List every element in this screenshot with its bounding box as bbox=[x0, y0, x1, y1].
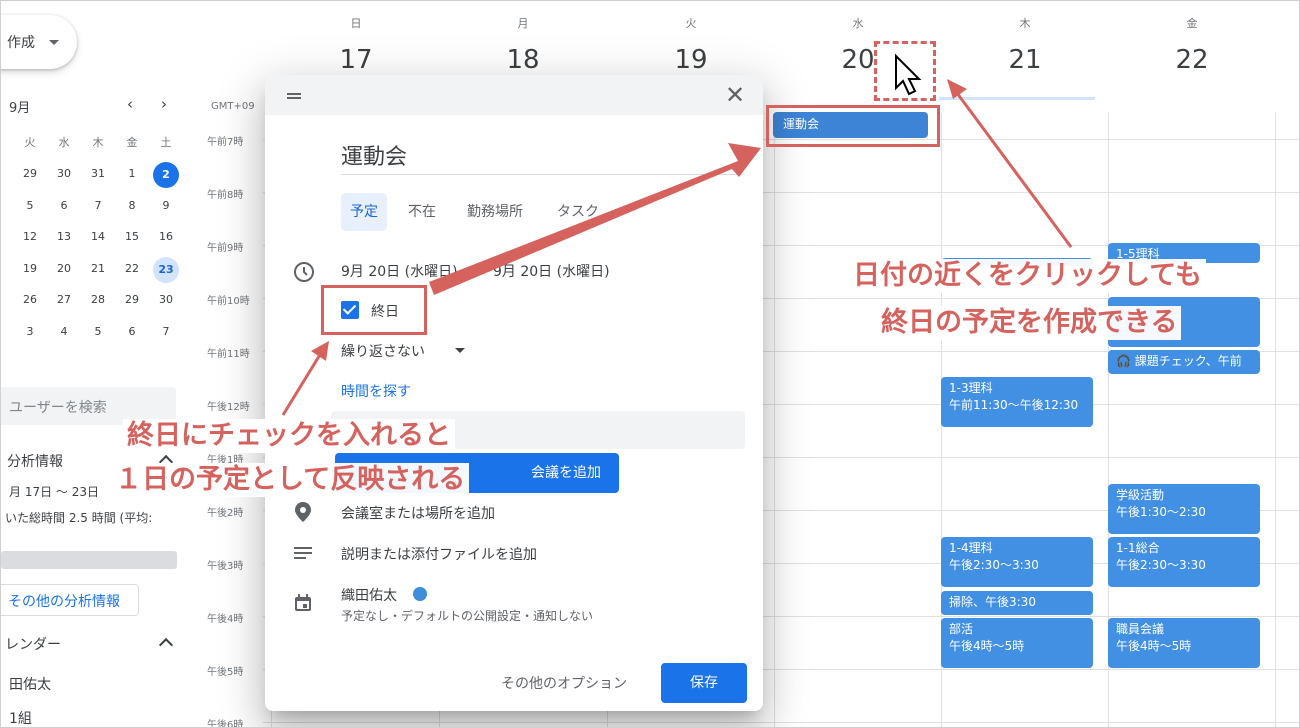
annotation-right-line2: 終日の予定を作成できる bbox=[877, 306, 1182, 340]
arrow-to-event bbox=[429, 143, 761, 295]
arrow-line-left bbox=[281, 352, 323, 416]
screenshot-root: 作成 9月 ‹ › 火 水 木 金 土 29 30 31 1 2 5 6 7 8… bbox=[0, 0, 1300, 728]
arrow-head-right bbox=[947, 79, 967, 99]
date-click-highlight bbox=[874, 41, 936, 101]
arrow-line-right bbox=[955, 92, 1073, 248]
annotation-left-line2: １日の予定として反映される bbox=[111, 463, 470, 497]
annotation-arrows bbox=[281, 53, 1073, 416]
allday-event-highlight bbox=[766, 105, 940, 147]
allday-checkbox-highlight bbox=[321, 285, 427, 335]
annotation-right-line1: 日付の近くをクリックしても bbox=[849, 259, 1206, 293]
annotation-left-line1: 終日にチェックを入れると bbox=[123, 419, 455, 453]
arrow-head-left bbox=[311, 341, 329, 361]
